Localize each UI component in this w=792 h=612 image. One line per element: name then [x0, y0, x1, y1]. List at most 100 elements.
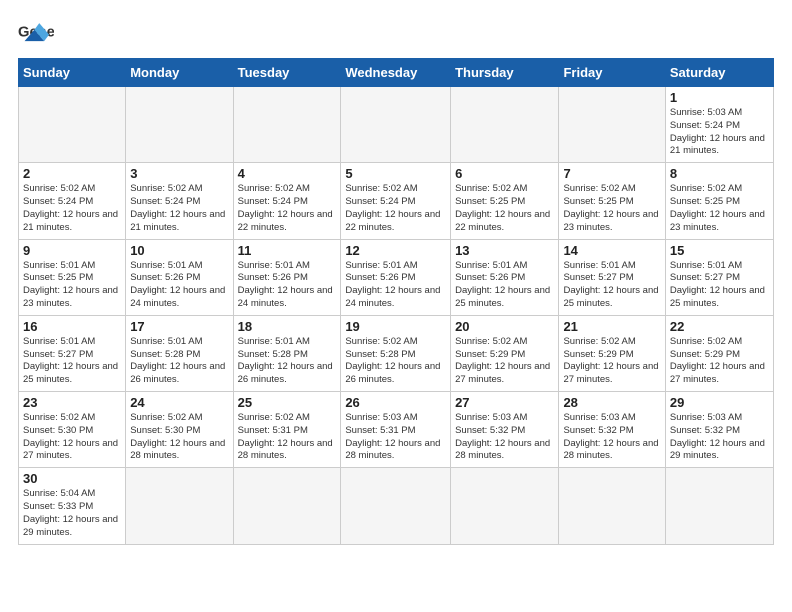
calendar-cell: 9Sunrise: 5:01 AMSunset: 5:25 PMDaylight…: [19, 239, 126, 315]
day-number: 27: [455, 395, 554, 410]
day-number: 30: [23, 471, 121, 486]
calendar-cell: 12Sunrise: 5:01 AMSunset: 5:26 PMDayligh…: [341, 239, 451, 315]
calendar-cell: 24 Sunrise: 5:02 AMSunset: 5:30 PMDayligh…: [126, 392, 233, 468]
calendar-week-0: 1Sunrise: 5:03 AMSunset: 5:24 PMDaylight…: [19, 87, 774, 163]
day-number: 18: [238, 319, 337, 334]
day-number: 28: [563, 395, 660, 410]
calendar-cell: [451, 87, 559, 163]
day-info: Sunrise: 5:02 AMSunset: 5:30 PMDaylight:…: [23, 412, 121, 463]
logo: General: [18, 18, 60, 48]
day-info: Sunrise: 5:03 AMSunset: 5:32 PMDaylight:…: [563, 412, 660, 463]
calendar-cell: 21 Sunrise: 5:02 AMSunset: 5:29 PMDayligh…: [559, 315, 665, 391]
day-info: Sunrise: 5:02 AMSunset: 5:29 PMDaylight:…: [670, 336, 769, 387]
day-number: 23: [23, 395, 121, 410]
calendar-cell: [126, 87, 233, 163]
day-number: 3: [130, 166, 228, 181]
day-number: 4: [238, 166, 337, 181]
calendar-cell: [665, 468, 773, 544]
day-info: Sunrise: 5:04 AMSunset: 5:33 PMDaylight:…: [23, 488, 121, 539]
calendar-header-tuesday: Tuesday: [233, 59, 341, 87]
calendar-cell: 14 Sunrise: 5:01 AMSunset: 5:27 PMDayligh…: [559, 239, 665, 315]
calendar-header-saturday: Saturday: [665, 59, 773, 87]
calendar-week-3: 16 Sunrise: 5:01 AMSunset: 5:27 PMDayligh…: [19, 315, 774, 391]
day-info: Sunrise: 5:02 AMSunset: 5:25 PMDaylight:…: [670, 183, 769, 234]
calendar-cell: [341, 87, 451, 163]
day-number: 24: [130, 395, 228, 410]
calendar-cell: 22 Sunrise: 5:02 AMSunset: 5:29 PMDayligh…: [665, 315, 773, 391]
day-number: 22: [670, 319, 769, 334]
day-number: 19: [345, 319, 446, 334]
calendar: SundayMondayTuesdayWednesdayThursdayFrid…: [18, 58, 774, 545]
day-info: Sunrise: 5:02 AMSunset: 5:24 PMDaylight:…: [345, 183, 446, 234]
day-info: Sunrise: 5:02 AMSunset: 5:29 PMDaylight:…: [563, 336, 660, 387]
calendar-cell: [451, 468, 559, 544]
calendar-cell: 28 Sunrise: 5:03 AMSunset: 5:32 PMDayligh…: [559, 392, 665, 468]
day-info: Sunrise: 5:02 AMSunset: 5:31 PMDaylight:…: [238, 412, 337, 463]
calendar-header-sunday: Sunday: [19, 59, 126, 87]
calendar-week-5: 30 Sunrise: 5:04 AMSunset: 5:33 PMDayligh…: [19, 468, 774, 544]
day-number: 2: [23, 166, 121, 181]
calendar-cell: [19, 87, 126, 163]
day-number: 11: [238, 243, 337, 258]
day-info: Sunrise: 5:01 AMSunset: 5:26 PMDaylight:…: [130, 260, 228, 311]
calendar-cell: 6Sunrise: 5:02 AMSunset: 5:25 PMDaylight…: [451, 163, 559, 239]
day-number: 29: [670, 395, 769, 410]
day-number: 6: [455, 166, 554, 181]
calendar-cell: [341, 468, 451, 544]
calendar-cell: 16 Sunrise: 5:01 AMSunset: 5:27 PMDayligh…: [19, 315, 126, 391]
calendar-cell: 19 Sunrise: 5:02 AMSunset: 5:28 PMDayligh…: [341, 315, 451, 391]
day-info: Sunrise: 5:02 AMSunset: 5:24 PMDaylight:…: [238, 183, 337, 234]
day-number: 17: [130, 319, 228, 334]
day-info: Sunrise: 5:03 AMSunset: 5:31 PMDaylight:…: [345, 412, 446, 463]
calendar-cell: 26 Sunrise: 5:03 AMSunset: 5:31 PMDayligh…: [341, 392, 451, 468]
day-info: Sunrise: 5:01 AMSunset: 5:26 PMDaylight:…: [455, 260, 554, 311]
calendar-header-friday: Friday: [559, 59, 665, 87]
calendar-cell: 11 Sunrise: 5:01 AMSunset: 5:26 PMDayligh…: [233, 239, 341, 315]
day-info: Sunrise: 5:01 AMSunset: 5:27 PMDaylight:…: [23, 336, 121, 387]
calendar-cell: [233, 468, 341, 544]
day-info: Sunrise: 5:01 AMSunset: 5:27 PMDaylight:…: [563, 260, 660, 311]
day-number: 14: [563, 243, 660, 258]
day-info: Sunrise: 5:01 AMSunset: 5:26 PMDaylight:…: [345, 260, 446, 311]
header: General: [18, 18, 774, 48]
day-number: 10: [130, 243, 228, 258]
calendar-cell: 3 Sunrise: 5:02 AMSunset: 5:24 PMDaylight…: [126, 163, 233, 239]
calendar-cell: 29Sunrise: 5:03 AMSunset: 5:32 PMDayligh…: [665, 392, 773, 468]
calendar-cell: 27Sunrise: 5:03 AMSunset: 5:32 PMDayligh…: [451, 392, 559, 468]
day-info: Sunrise: 5:03 AMSunset: 5:24 PMDaylight:…: [670, 107, 769, 158]
calendar-cell: 17 Sunrise: 5:01 AMSunset: 5:28 PMDayligh…: [126, 315, 233, 391]
day-info: Sunrise: 5:01 AMSunset: 5:26 PMDaylight:…: [238, 260, 337, 311]
day-info: Sunrise: 5:02 AMSunset: 5:24 PMDaylight:…: [23, 183, 121, 234]
day-info: Sunrise: 5:02 AMSunset: 5:25 PMDaylight:…: [563, 183, 660, 234]
calendar-cell: 4 Sunrise: 5:02 AMSunset: 5:24 PMDaylight…: [233, 163, 341, 239]
day-info: Sunrise: 5:02 AMSunset: 5:30 PMDaylight:…: [130, 412, 228, 463]
day-number: 13: [455, 243, 554, 258]
day-info: Sunrise: 5:02 AMSunset: 5:28 PMDaylight:…: [345, 336, 446, 387]
calendar-header-row: SundayMondayTuesdayWednesdayThursdayFrid…: [19, 59, 774, 87]
calendar-cell: [233, 87, 341, 163]
day-info: Sunrise: 5:01 AMSunset: 5:28 PMDaylight:…: [238, 336, 337, 387]
calendar-cell: 25 Sunrise: 5:02 AMSunset: 5:31 PMDayligh…: [233, 392, 341, 468]
day-info: Sunrise: 5:01 AMSunset: 5:27 PMDaylight:…: [670, 260, 769, 311]
day-info: Sunrise: 5:01 AMSunset: 5:25 PMDaylight:…: [23, 260, 121, 311]
calendar-cell: 18 Sunrise: 5:01 AMSunset: 5:28 PMDayligh…: [233, 315, 341, 391]
day-info: Sunrise: 5:02 AMSunset: 5:24 PMDaylight:…: [130, 183, 228, 234]
day-number: 16: [23, 319, 121, 334]
calendar-cell: 10 Sunrise: 5:01 AMSunset: 5:26 PMDayligh…: [126, 239, 233, 315]
day-number: 20: [455, 319, 554, 334]
calendar-cell: 15Sunrise: 5:01 AMSunset: 5:27 PMDayligh…: [665, 239, 773, 315]
calendar-cell: 8Sunrise: 5:02 AMSunset: 5:25 PMDaylight…: [665, 163, 773, 239]
calendar-cell: 23 Sunrise: 5:02 AMSunset: 5:30 PMDayligh…: [19, 392, 126, 468]
day-info: Sunrise: 5:02 AMSunset: 5:29 PMDaylight:…: [455, 336, 554, 387]
calendar-cell: 7Sunrise: 5:02 AMSunset: 5:25 PMDaylight…: [559, 163, 665, 239]
calendar-week-1: 2 Sunrise: 5:02 AMSunset: 5:24 PMDaylight…: [19, 163, 774, 239]
calendar-week-2: 9Sunrise: 5:01 AMSunset: 5:25 PMDaylight…: [19, 239, 774, 315]
day-number: 25: [238, 395, 337, 410]
day-number: 21: [563, 319, 660, 334]
calendar-cell: [126, 468, 233, 544]
day-info: Sunrise: 5:01 AMSunset: 5:28 PMDaylight:…: [130, 336, 228, 387]
calendar-cell: [559, 87, 665, 163]
calendar-header-wednesday: Wednesday: [341, 59, 451, 87]
calendar-cell: [559, 468, 665, 544]
day-number: 26: [345, 395, 446, 410]
